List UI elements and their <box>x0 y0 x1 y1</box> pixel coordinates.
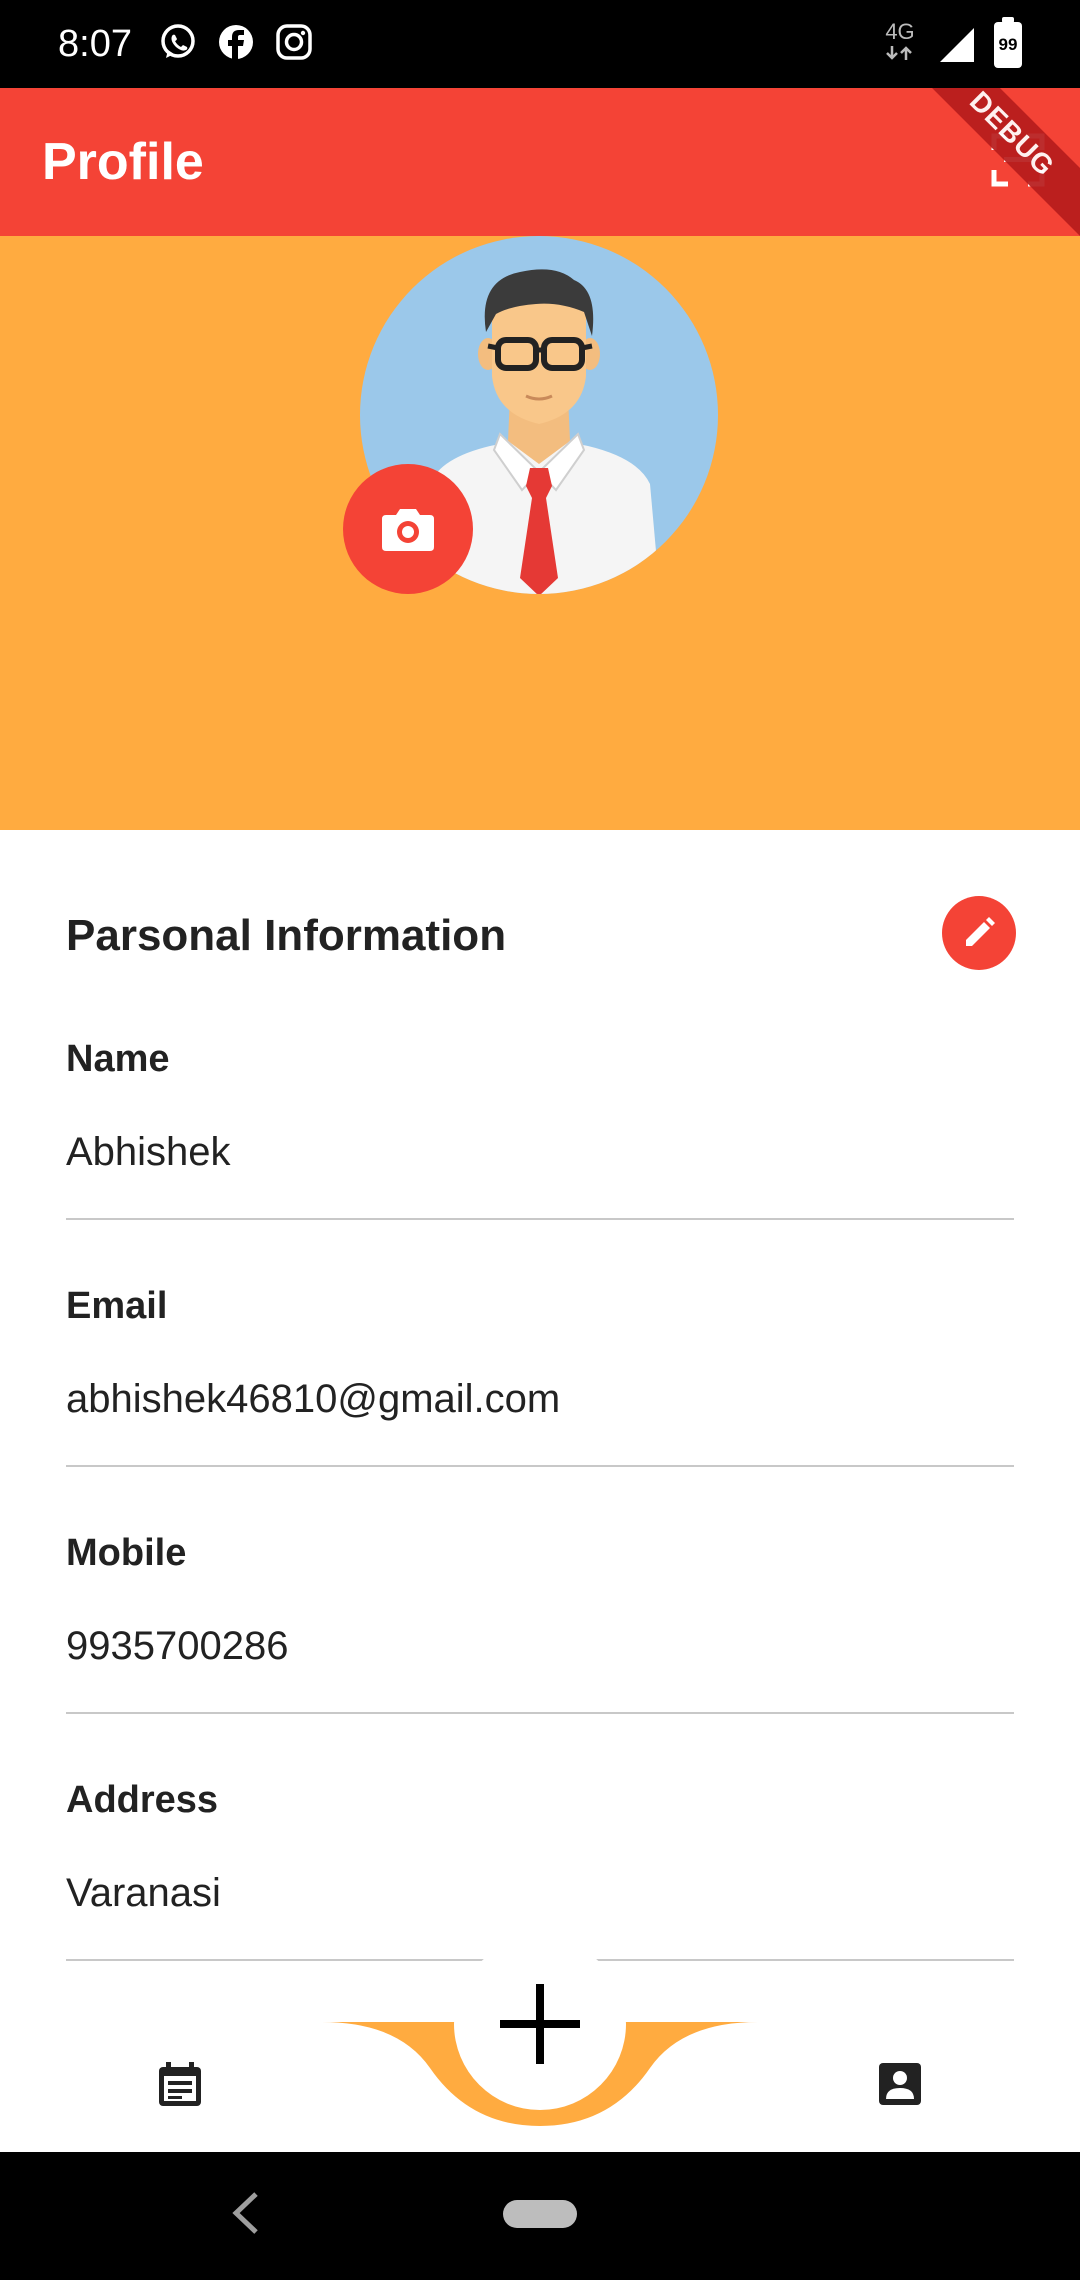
mobile-field[interactable]: Mobile 9935700286 <box>66 1530 1014 1714</box>
facebook-icon <box>219 25 253 60</box>
address-field[interactable]: Address Varanasi <box>66 1777 1014 1961</box>
battery-icon: 99 <box>994 17 1022 68</box>
status-time: 8:07 <box>58 23 132 65</box>
change-photo-button[interactable] <box>343 464 473 594</box>
name-field[interactable]: Name Abhishek <box>66 1036 1014 1220</box>
network-label: 4G <box>885 19 915 44</box>
add-button[interactable] <box>456 1940 624 2108</box>
contact-icon[interactable] <box>876 2060 924 2108</box>
signal-icon <box>940 28 974 62</box>
profile-header <box>0 236 1080 830</box>
name-value: Abhishek <box>66 1130 231 1174</box>
pencil-icon <box>966 917 995 946</box>
calendar-icon[interactable] <box>156 2060 204 2108</box>
email-value: abhishek46810@gmail.com <box>66 1377 561 1421</box>
whatsapp-icon <box>161 24 195 58</box>
home-pill[interactable] <box>503 2200 577 2228</box>
address-value: Varanasi <box>66 1871 221 1915</box>
status-bar: 8:07 4G 99 <box>0 0 1080 88</box>
address-label: Address <box>66 1779 219 1821</box>
instagram-icon <box>276 24 312 60</box>
data-arrows-icon <box>886 46 912 60</box>
network-4g-icon: 4G <box>880 20 920 64</box>
mobile-value: 9935700286 <box>66 1624 289 1668</box>
system-navigation-bar <box>0 2152 1080 2280</box>
camera-icon <box>382 509 434 551</box>
email-label: Email <box>66 1285 168 1327</box>
battery-level: 99 <box>998 35 1018 54</box>
name-label: Name <box>66 1038 170 1080</box>
section-title: Parsonal Information <box>66 911 507 960</box>
edit-profile-button[interactable] <box>942 896 1016 970</box>
back-icon[interactable] <box>228 2188 262 2238</box>
email-field[interactable]: Email abhishek46810@gmail.com <box>66 1283 1014 1467</box>
mobile-label: Mobile <box>66 1532 187 1574</box>
page-title: Profile <box>42 133 204 191</box>
app-bar: Profile DEBUG <box>0 88 1080 236</box>
plus-icon <box>500 1984 580 2064</box>
